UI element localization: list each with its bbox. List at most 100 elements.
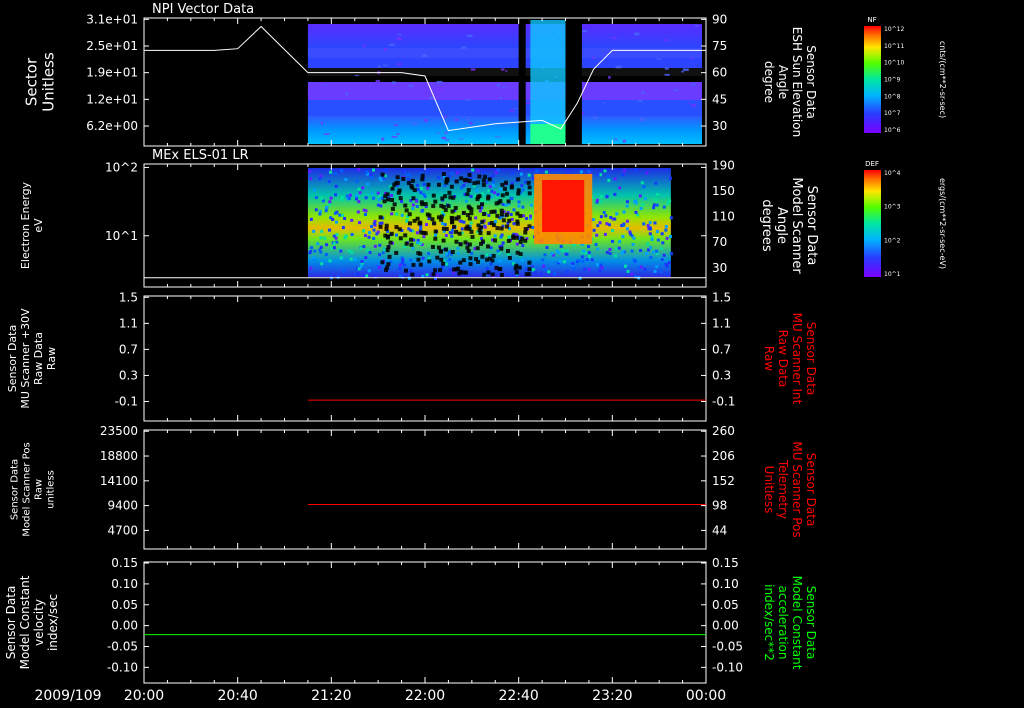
left-tick-label-model_const: 0.00 bbox=[111, 619, 138, 633]
els-heat-cell bbox=[380, 260, 384, 264]
els-heat-cell bbox=[403, 204, 407, 208]
els-heat-cell bbox=[451, 250, 455, 254]
els-heat-cell bbox=[482, 273, 486, 277]
els-heat-cell bbox=[431, 245, 435, 249]
els-heat-cell bbox=[333, 242, 336, 245]
els-heat-cell bbox=[419, 226, 422, 229]
npi-heat-cell bbox=[355, 75, 359, 76]
els-heat-cell bbox=[459, 242, 463, 246]
els-heat-cell bbox=[655, 265, 658, 268]
els-heat-cell bbox=[596, 173, 599, 176]
els-heat-cell bbox=[425, 223, 428, 226]
els-heat-cell bbox=[647, 224, 650, 227]
els-heat-cell bbox=[328, 229, 331, 232]
els-heat-cell bbox=[476, 260, 480, 264]
els-heat-cell bbox=[634, 168, 637, 171]
left-axis-title-mu_pos-line: Sensor Data bbox=[9, 459, 20, 520]
els-heat-cell bbox=[504, 181, 508, 185]
npi-heat-cell bbox=[634, 33, 639, 36]
els-heat-cell bbox=[419, 191, 422, 194]
els-heat-cell bbox=[623, 169, 626, 172]
els-heat-cell bbox=[433, 200, 437, 204]
els-heat-cell bbox=[447, 204, 451, 208]
els-heat-cell bbox=[433, 268, 437, 272]
els-heat-cell bbox=[409, 184, 413, 188]
right-axis-title-mu_pos-line: Unitless bbox=[762, 466, 776, 514]
els-heat-cell bbox=[542, 265, 545, 268]
npi-heat-cell bbox=[324, 133, 330, 135]
els-heat-cell bbox=[621, 250, 624, 253]
els-colorbar-tick: 10^1 bbox=[884, 271, 901, 278]
els-heat-cell bbox=[357, 168, 360, 171]
right-axis-title-model_const-line: Model Constant bbox=[790, 576, 804, 670]
els-heat-cell bbox=[396, 181, 400, 185]
els-heat-cell bbox=[373, 229, 376, 232]
els-heat-cell bbox=[441, 222, 444, 225]
els-heat-cell bbox=[497, 250, 500, 253]
els-heat-cell bbox=[468, 217, 472, 221]
right-axis-title-model_const-line: acceleration bbox=[776, 586, 790, 660]
els-heat-cell bbox=[343, 217, 346, 220]
els-heat-cell bbox=[670, 216, 673, 219]
left-tick-label-mu_raw: 1.1 bbox=[119, 316, 138, 330]
els-heat-cell bbox=[398, 227, 402, 231]
els-colorbar-label: DEF bbox=[865, 160, 879, 168]
npi-heat-cell bbox=[514, 108, 518, 109]
right-axis-title-npi-line: degree bbox=[762, 61, 776, 103]
panel-frame-mu_raw bbox=[144, 296, 706, 421]
els-heat-cell bbox=[432, 221, 436, 225]
els-heat-cell bbox=[527, 272, 531, 276]
els-heat-cell bbox=[497, 201, 501, 205]
els-heat-cell bbox=[450, 185, 454, 189]
els-heat-cell bbox=[427, 259, 431, 263]
els-heat-cell bbox=[319, 251, 322, 254]
els-heat-cell bbox=[524, 181, 527, 184]
els-heat-cell bbox=[500, 273, 504, 277]
els-heat-cell bbox=[426, 187, 429, 190]
els-heat-cell bbox=[422, 235, 425, 238]
npi-heat-cell bbox=[612, 37, 617, 39]
els-heat-cell bbox=[410, 273, 414, 277]
els-heat-cell bbox=[399, 196, 403, 200]
els-heat-cell bbox=[389, 241, 393, 245]
els-heat-cell bbox=[607, 175, 610, 178]
els-heat-cell bbox=[483, 175, 487, 179]
els-heat-cell bbox=[431, 204, 435, 208]
els-heat-cell bbox=[362, 245, 365, 248]
els-heat-cell bbox=[457, 252, 460, 255]
els-heat-cell bbox=[452, 271, 455, 274]
els-heat-cell bbox=[409, 238, 413, 242]
els-heat-cell bbox=[378, 253, 381, 256]
left-tick-label-npi: 1.2e+01 bbox=[86, 92, 138, 106]
els-heat-cell bbox=[465, 178, 469, 182]
els-heat-cell bbox=[401, 177, 405, 181]
els-heat-cell bbox=[652, 251, 655, 254]
els-heat-cell bbox=[655, 250, 658, 253]
els-heat-cell bbox=[335, 185, 338, 188]
els-heat-cell bbox=[504, 204, 507, 207]
els-heat-cell bbox=[670, 252, 673, 255]
els-heat-cell bbox=[449, 268, 452, 271]
els-heat-cell bbox=[505, 225, 509, 229]
npi-heat-cell bbox=[444, 116, 446, 118]
els-heat-cell bbox=[656, 204, 659, 207]
left-axis-title-model_const-line: Sensor Data bbox=[4, 586, 18, 660]
els-heat-cell bbox=[488, 177, 492, 181]
els-heat-cell bbox=[500, 212, 504, 216]
els-heat-cell bbox=[349, 194, 352, 197]
els-heat-cell bbox=[657, 239, 660, 242]
els-heat-cell bbox=[649, 232, 652, 235]
els-heat-cell bbox=[322, 199, 325, 202]
els-heat-cell bbox=[455, 179, 459, 183]
els-heat-cell bbox=[523, 239, 527, 243]
els-heat-cell bbox=[385, 169, 388, 172]
right-tick-label-model_const: 0.05 bbox=[712, 598, 739, 612]
els-heat-cell bbox=[603, 211, 606, 214]
left-tick-label-mu_pos: 18800 bbox=[100, 449, 138, 463]
els-heat-cell bbox=[551, 252, 554, 255]
right-axis-title-mu_pos-line: MU Scanner Pos bbox=[790, 441, 804, 537]
left-tick-label-els: 10^2 bbox=[105, 160, 138, 174]
npi-heat-cell bbox=[687, 103, 690, 104]
right-tick-label-npi: 90 bbox=[712, 12, 727, 26]
left-axis-title-mu_raw: Sensor Data MU Scanner +30V Raw Data Raw bbox=[6, 308, 58, 409]
